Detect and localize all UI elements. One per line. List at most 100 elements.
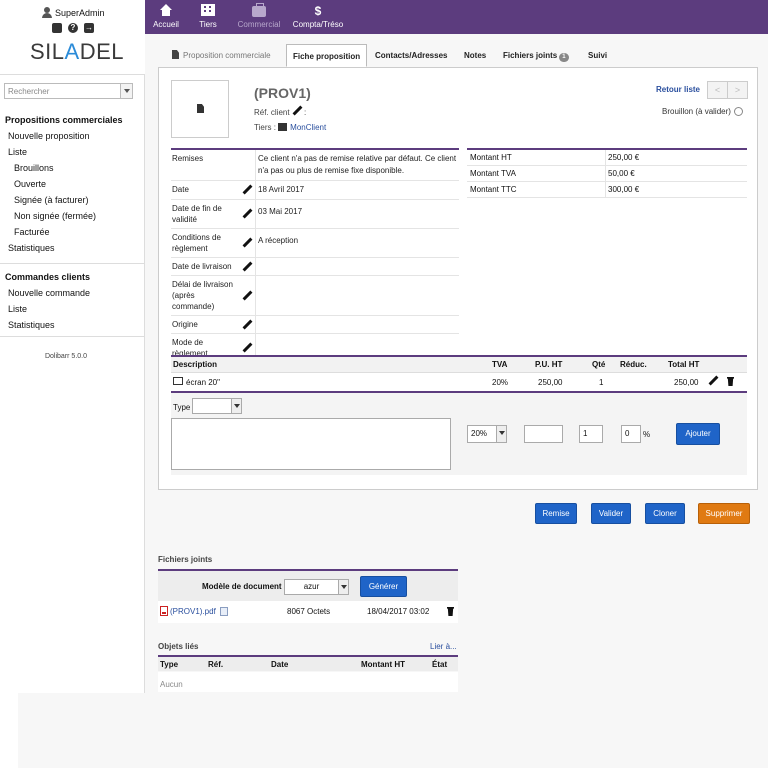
menu-title-orders[interactable]: Commandes clients [0,269,145,285]
tiers-line: Tiers : MonClient [254,123,327,132]
description-textarea[interactable] [171,418,451,470]
total-tva-row: Montant TVA 50,00 € [467,166,747,182]
user-name: SuperAdmin [55,7,105,18]
edit-payment-mode-icon[interactable] [242,343,252,353]
edit-icon[interactable] [292,106,302,116]
total-ttc-row: Montant TTC 300,00 € [467,182,747,198]
linked-header: Type Réf. Date Montant HT État [158,655,458,671]
briefcase-icon [252,3,266,17]
file-link[interactable]: (PROV1).pdf [170,607,216,616]
print-icon[interactable] [52,23,62,33]
edit-line-icon[interactable] [708,376,718,386]
home-icon [160,4,172,16]
delete-button[interactable]: Supprimer [698,503,750,524]
date-value: 18 Avril 2017 [255,181,459,199]
proposal-ref: (PROV1) [254,85,311,101]
search-input[interactable] [5,84,115,98]
files-title: Fichiers joints [158,555,213,564]
client-link[interactable]: MonClient [290,123,326,132]
edit-date-icon[interactable] [242,185,252,195]
topnav-tiers[interactable]: Tiers [193,0,223,34]
menu-new-order[interactable]: Nouvelle commande [0,285,145,301]
next-record-button[interactable]: > [728,82,747,98]
field-row-delay: Délai de livraison (après commande) [171,276,459,316]
menu-open[interactable]: Ouverte [0,176,145,192]
edit-end-date-icon[interactable] [242,209,252,219]
chevron-down-icon[interactable] [231,399,241,413]
user-block: SuperAdmin ? → SILADEL [0,0,145,75]
menu-orders: Commandes clients Nouvelle commande List… [0,269,145,333]
tab-files[interactable]: Fichiers joints 1 [503,44,569,67]
chevron-down-icon[interactable] [120,84,132,98]
edit-delivery-icon[interactable] [242,262,252,272]
field-row-delivery: Date de livraison [171,258,459,276]
status-draft-icon [733,107,743,116]
line-description: écran 20" [186,378,220,387]
edit-origin-icon[interactable] [242,320,252,330]
topnav-home[interactable]: Accueil [151,0,181,34]
edit-conditions-icon[interactable] [242,238,252,248]
tab-tracking[interactable]: Suivi [588,44,607,67]
delete-line-icon[interactable] [727,377,734,386]
topnav-commercial[interactable]: Commercial [233,0,285,34]
attached-files: Fichiers joints Modèle de document azur … [158,555,458,623]
chevron-down-icon[interactable] [338,580,348,594]
prev-record-button[interactable]: < [708,82,728,98]
tab-contacts[interactable]: Contacts/Adresses [375,44,447,67]
field-row-conditions: Conditions de règlement A réception [171,229,459,258]
menu-not-signed[interactable]: Non signée (fermée) [0,208,145,224]
delay-value [255,276,459,315]
menu-signed[interactable]: Signée (à facturer) [0,192,145,208]
menu-billed[interactable]: Facturée [0,224,145,240]
proposal-card: (PROV1) Réf. client : Tiers : MonClient … [158,67,758,490]
menu-proposal-list[interactable]: Liste [0,144,145,160]
fields-table: Remises Ce client n'a pas de remise rela… [171,148,459,363]
tab-notes[interactable]: Notes [464,44,486,67]
menu-drafts[interactable]: Brouillons [0,160,145,176]
unit-price-input[interactable] [524,425,563,443]
discount-input[interactable]: 0 [621,425,641,443]
generate-button[interactable]: Générer [360,576,407,597]
link-to-link[interactable]: Lier à... [430,642,457,651]
files-count-badge: 1 [559,53,569,62]
menu-order-stats[interactable]: Statistiques [0,317,145,333]
discount-button[interactable]: Remise [535,503,577,524]
menu-proposals: Propositions commerciales Nouvelle propo… [0,112,145,256]
user-link[interactable]: SuperAdmin [42,7,105,18]
type-select[interactable] [192,398,242,414]
clone-button[interactable]: Cloner [645,503,685,524]
menu-title-proposals[interactable]: Propositions commerciales [0,112,145,128]
vat-select[interactable]: 20% [467,425,507,443]
delete-file-icon[interactable] [447,607,454,616]
add-line-button[interactable]: Ajouter [676,423,720,445]
edit-delay-icon[interactable] [242,291,252,301]
lines-header: Description TVA P.U. HT Qté Réduc. Total… [171,357,747,373]
total-ht-row: Montant HT 250,00 € [467,150,747,166]
topnav-compta[interactable]: $ Compta/Tréso [289,0,347,34]
tab-card[interactable]: Fiche proposition [286,44,368,67]
totals-table: Montant HT 250,00 € Montant TVA 50,00 € Mo… [467,148,747,198]
status-label: Brouillon (à valider) [662,107,731,116]
back-to-list-link[interactable]: Retour liste [656,85,700,94]
end-date-value: 03 Mai 2017 [255,200,459,228]
quantity-input[interactable]: 1 [579,425,603,443]
logout-icon[interactable]: → [84,23,94,33]
help-icon[interactable]: ? [68,23,78,33]
menu-order-list[interactable]: Liste [0,301,145,317]
preview-icon[interactable] [219,607,228,616]
pdf-icon [160,606,168,616]
menu-proposal-stats[interactable]: Statistiques [0,240,145,256]
user-tools: ? → [52,23,94,33]
chevron-down-icon[interactable] [496,426,506,442]
dollar-icon: $ [314,4,322,18]
tab-proposal[interactable]: Proposition commerciale [172,44,271,67]
search-select[interactable] [4,83,133,99]
lines-table: Description TVA P.U. HT Qté Réduc. Total… [171,355,747,475]
conditions-value: A réception [255,229,459,257]
validate-button[interactable]: Valider [591,503,631,524]
menu-new-proposal[interactable]: Nouvelle proposition [0,128,145,144]
bottom-gap [0,693,18,768]
linked-objects-title: Objets liés [158,642,199,651]
record-nav: < > [707,81,748,99]
model-select[interactable]: azur [284,579,349,595]
